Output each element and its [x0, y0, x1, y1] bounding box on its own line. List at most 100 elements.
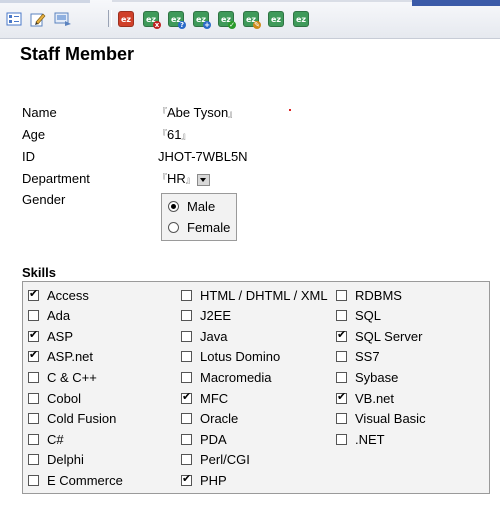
skill-checkbox-item[interactable]: Visual Basic [336, 411, 426, 427]
age-label: Age [22, 127, 46, 142]
form-view-button[interactable] [4, 9, 24, 29]
checkbox[interactable] [28, 474, 39, 486]
skill-checkbox-item[interactable]: SQL Server [336, 328, 422, 344]
skill-label: ASP [47, 328, 74, 344]
toolbar-button[interactable]: ez x [141, 9, 161, 29]
name-field[interactable]: 『Abe Tyson』 [158, 105, 237, 120]
skill-label: Access [47, 287, 89, 303]
checkbox[interactable] [181, 390, 192, 404]
skill-label: C & C++ [47, 369, 97, 385]
skill-checkbox-item[interactable]: SS7 [336, 349, 380, 365]
checkbox[interactable] [181, 371, 192, 383]
checkbox[interactable] [181, 454, 192, 466]
toolbar-button[interactable]: ez ✎ [241, 9, 261, 29]
name-label: Name [22, 105, 57, 120]
checkbox[interactable] [28, 287, 39, 301]
skill-label: Cobol [47, 390, 81, 406]
skill-checkbox-item[interactable]: Java [181, 328, 227, 344]
checkbox[interactable] [181, 289, 192, 301]
skill-checkbox-item[interactable]: Delphi [28, 452, 84, 468]
skill-checkbox-item[interactable]: E Commerce [28, 472, 123, 488]
skill-checkbox-item[interactable]: ASP.net [28, 348, 93, 365]
skill-checkbox-item[interactable]: J2EE [181, 308, 231, 324]
toolbar-button[interactable]: ez [291, 9, 311, 29]
skill-label: J2EE [200, 308, 232, 324]
checkbox[interactable] [336, 310, 347, 322]
skill-checkbox-item[interactable]: .NET [336, 431, 385, 447]
checkbox[interactable] [28, 392, 39, 404]
checkbox[interactable] [336, 433, 347, 445]
skill-checkbox-item[interactable]: C & C++ [28, 369, 97, 385]
checkbox[interactable] [336, 351, 347, 363]
checkbox[interactable] [181, 413, 192, 425]
skill-checkbox-item[interactable]: HTML / DHTML / XML [181, 287, 328, 303]
department-value: HR [167, 171, 186, 186]
page-title: Staff Member [20, 44, 135, 64]
gender-option-male[interactable]: Male [168, 198, 215, 214]
toolbar-strip-middle [112, 0, 412, 2]
checkbox[interactable] [28, 454, 39, 466]
checkbox[interactable] [336, 413, 347, 425]
skill-checkbox-item[interactable]: Macromedia [181, 369, 272, 385]
toolbar-button[interactable]: ez? [166, 9, 186, 29]
toolbar-strip-left [0, 0, 90, 3]
skill-checkbox-item[interactable]: SQL [336, 308, 381, 324]
ez-icon-4: ez + [193, 11, 211, 29]
skill-checkbox-item[interactable]: PHP [181, 472, 227, 488]
checkbox[interactable] [28, 328, 39, 342]
edit-button[interactable] [28, 9, 48, 29]
checkbox[interactable] [336, 289, 347, 301]
checkbox[interactable] [181, 330, 192, 342]
skill-checkbox-item[interactable]: PDA [181, 431, 227, 447]
skill-checkbox-item[interactable]: MFC [181, 390, 228, 406]
checkbox[interactable] [181, 472, 192, 486]
department-label: Department [22, 171, 90, 186]
age-field[interactable]: 『61』 [158, 127, 191, 142]
skill-checkbox-item[interactable]: Access [28, 287, 89, 303]
checkbox[interactable] [336, 328, 347, 342]
checkbox[interactable] [28, 348, 39, 363]
skill-label: Delphi [47, 452, 84, 468]
skill-checkbox-item[interactable]: Ada [28, 308, 70, 324]
skill-checkbox-item[interactable]: Cobol [28, 390, 81, 406]
checkbox[interactable] [181, 351, 192, 363]
department-dropdown-button[interactable] [196, 173, 210, 186]
skill-label: SQL Server [355, 328, 423, 344]
toolbar: ez ez x ez? ez + ez ✓ ez ✎ ez ez [0, 0, 500, 39]
toolbar-button[interactable]: ez ✓ [216, 9, 236, 29]
form-view-icon [6, 12, 22, 26]
skill-label: Cold Fusion [47, 411, 117, 427]
print-icon [54, 12, 71, 26]
checkbox[interactable] [336, 390, 347, 404]
checkbox[interactable] [28, 371, 39, 383]
print-button[interactable] [53, 9, 73, 29]
skill-label: SQL [355, 308, 382, 324]
skill-checkbox-item[interactable]: RDBMS [336, 287, 402, 303]
skill-checkbox-item[interactable]: Oracle [181, 411, 238, 427]
checkbox[interactable] [181, 433, 192, 445]
skill-checkbox-item[interactable]: Sybase [336, 369, 398, 385]
skill-checkbox-item[interactable]: Lotus Domino [181, 349, 280, 365]
skill-checkbox-item[interactable]: Cold Fusion [28, 411, 116, 427]
toolbar-button[interactable]: ez [116, 9, 136, 29]
skill-label: PHP [200, 472, 227, 488]
checkbox[interactable] [28, 433, 39, 445]
toolbar-button[interactable]: ez + [191, 9, 211, 29]
checkbox[interactable] [181, 310, 192, 322]
ez-icon-7: ez [268, 11, 284, 27]
age-value: 61 [167, 127, 182, 142]
radio-button[interactable] [168, 221, 179, 233]
toolbar-button[interactable]: ez [266, 9, 286, 29]
checkbox[interactable] [28, 413, 39, 425]
skill-checkbox-item[interactable]: Perl/CGI [181, 452, 250, 468]
department-field[interactable]: 『HR』 [158, 171, 210, 186]
checkbox[interactable] [336, 371, 347, 383]
radio-button[interactable] [168, 200, 179, 212]
skill-checkbox-item[interactable]: C# [28, 431, 64, 447]
skill-checkbox-item[interactable]: VB.net [336, 390, 394, 406]
gender-option-female[interactable]: Female [168, 219, 230, 235]
checkbox[interactable] [28, 310, 39, 322]
skill-label: Perl/CGI [200, 452, 250, 468]
skills-title: Skills [22, 265, 56, 280]
skill-checkbox-item[interactable]: ASP [28, 328, 73, 344]
